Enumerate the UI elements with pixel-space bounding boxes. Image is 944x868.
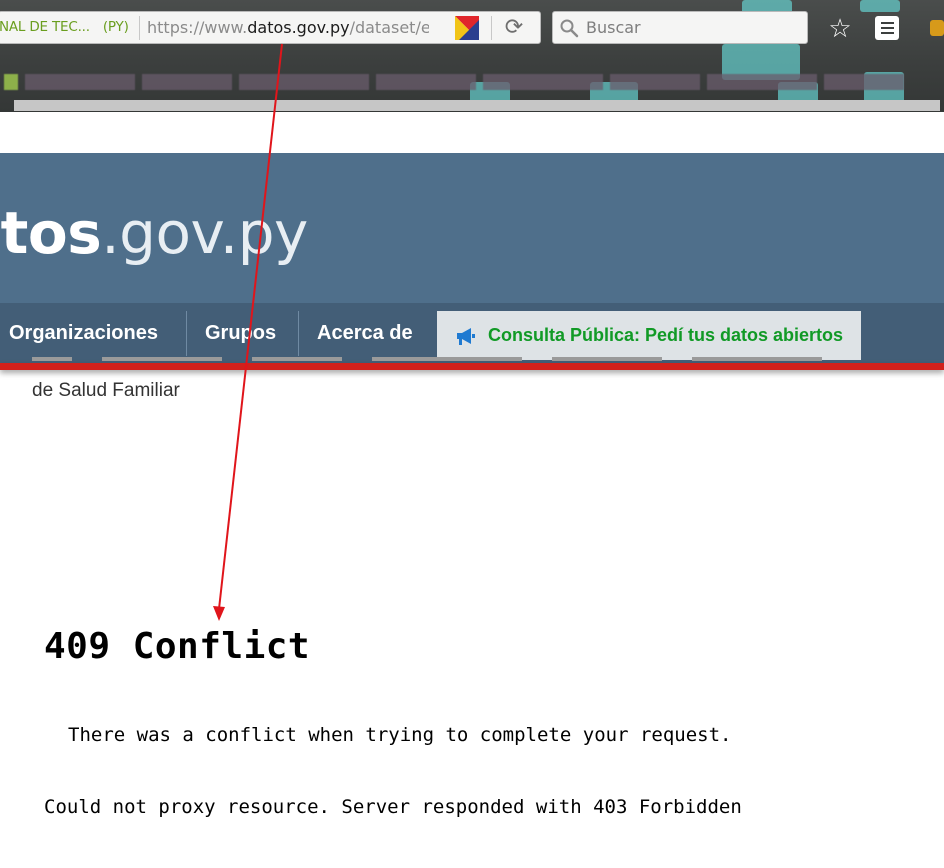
- error-title: 409 Conflict: [44, 626, 311, 667]
- bookmark-item[interactable]: [707, 74, 817, 90]
- bookmark-item[interactable]: [239, 74, 369, 90]
- bookmark-item[interactable]: [483, 74, 603, 90]
- bookmark-folder-icon[interactable]: [4, 74, 18, 90]
- pocket-icon[interactable]: [930, 20, 944, 36]
- error-description: There was a conflict when trying to comp…: [68, 724, 732, 746]
- consulta-publica-button[interactable]: Consulta Pública: Pedí tus datos abierto…: [437, 311, 861, 360]
- megaphone-icon: [457, 328, 475, 345]
- url-prefix: https://www.: [147, 18, 248, 37]
- identity-label: NAL DE TEC...: [0, 19, 90, 35]
- url-separator: [139, 16, 140, 40]
- url-bar[interactable]: NAL DE TEC... (PY) https://www.datos.gov.…: [0, 11, 541, 44]
- extension-flag-icon[interactable]: [455, 16, 479, 40]
- site-identity[interactable]: NAL DE TEC... (PY): [0, 12, 129, 43]
- dataset-description-fragment: de Salud Familiar: [32, 380, 180, 401]
- reload-separator: [491, 16, 492, 40]
- search-box[interactable]: [552, 11, 808, 44]
- nav-organizaciones[interactable]: Organizaciones: [9, 303, 158, 363]
- url-path: /dataset/e: [349, 18, 429, 37]
- nav-divider: [298, 311, 299, 356]
- error-detail: Could not proxy resource. Server respond…: [44, 796, 742, 818]
- nav-grupos[interactable]: Grupos: [205, 303, 276, 363]
- url-host: datos.gov.py: [247, 18, 350, 37]
- toolbar-strip: [14, 100, 940, 111]
- search-icon: [560, 19, 579, 38]
- logo-light: .gov.py: [101, 199, 308, 267]
- identity-country: (PY): [102, 19, 129, 35]
- bookmark-item[interactable]: [376, 74, 476, 90]
- main-navigation: Organizaciones Grupos Acerca de Consulta…: [0, 303, 944, 363]
- site-header: atos.gov.py: [0, 153, 944, 303]
- bookmark-item[interactable]: [142, 74, 232, 90]
- search-input[interactable]: [586, 12, 796, 43]
- site-logo[interactable]: atos.gov.py: [0, 193, 308, 273]
- background-bokeh: [860, 0, 900, 12]
- clipped-text-line: [32, 357, 932, 363]
- bookmark-item[interactable]: [610, 74, 700, 90]
- consulta-publica-label: Consulta Pública: Pedí tus datos abierto…: [488, 325, 844, 345]
- bookmark-item[interactable]: [824, 74, 904, 90]
- header-accent-bar: [0, 363, 944, 370]
- reader-list-icon[interactable]: [875, 16, 899, 40]
- url-text[interactable]: https://www.datos.gov.py/dataset/e: [147, 12, 429, 43]
- logo-strong: atos: [0, 199, 102, 267]
- nav-acerca-de[interactable]: Acerca de: [317, 303, 413, 363]
- bookmark-item[interactable]: [25, 74, 135, 90]
- bookmark-star-icon[interactable]: ☆: [826, 15, 854, 43]
- browser-toolbar: NAL DE TEC... (PY) https://www.datos.gov.…: [0, 0, 944, 112]
- nav-divider: [186, 311, 187, 356]
- reload-icon[interactable]: ⟳: [497, 13, 531, 43]
- bookmarks-bar: [0, 67, 944, 97]
